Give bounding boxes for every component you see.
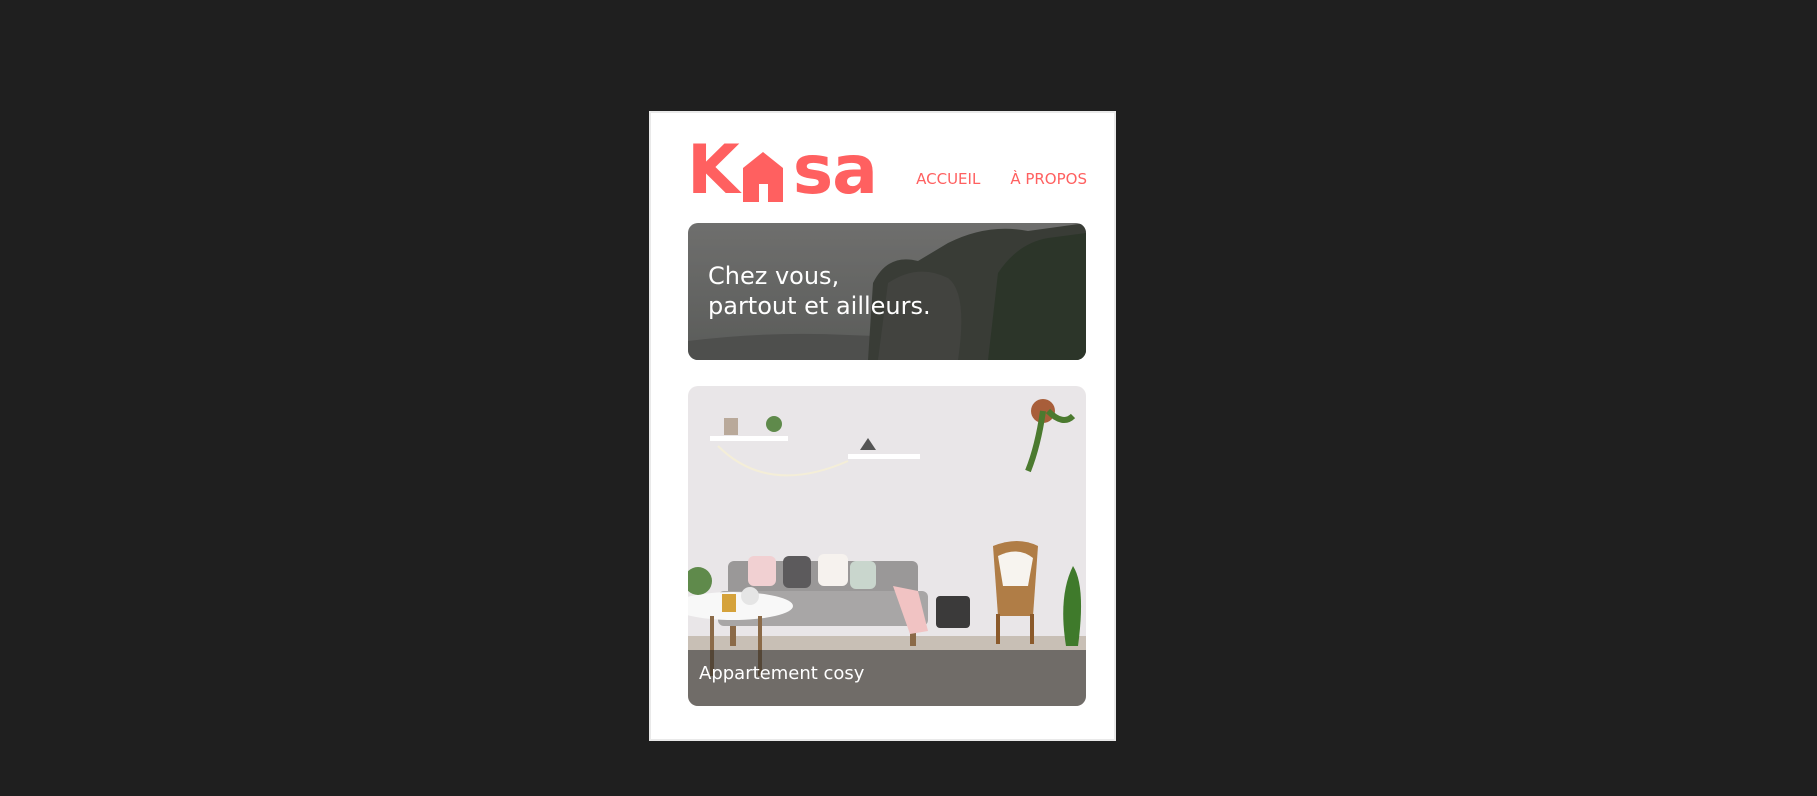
banner-tagline-line1: Chez vous, xyxy=(708,262,840,290)
logo-letter-k: K xyxy=(687,131,740,210)
house-icon xyxy=(739,138,791,204)
logo-letters-sa: sa xyxy=(792,131,878,210)
header: K sa ACCUEIL À PROPOS xyxy=(687,131,1087,210)
listing-card[interactable]: Appartement cosy xyxy=(688,386,1086,706)
app-frame: K sa ACCUEIL À PROPOS Chez vous, partout… xyxy=(649,111,1116,741)
listing-title: Appartement cosy xyxy=(699,663,865,684)
nav-link-accueil[interactable]: ACCUEIL xyxy=(916,170,980,188)
banner-tagline: Chez vous, partout et ailleurs. xyxy=(708,261,931,321)
hero-banner: Chez vous, partout et ailleurs. xyxy=(688,223,1086,360)
main-nav: ACCUEIL À PROPOS xyxy=(916,170,1087,188)
kasa-logo[interactable]: K sa xyxy=(687,131,878,210)
banner-tagline-line2: partout et ailleurs. xyxy=(708,292,931,320)
nav-link-a-propos[interactable]: À PROPOS xyxy=(1010,170,1087,188)
